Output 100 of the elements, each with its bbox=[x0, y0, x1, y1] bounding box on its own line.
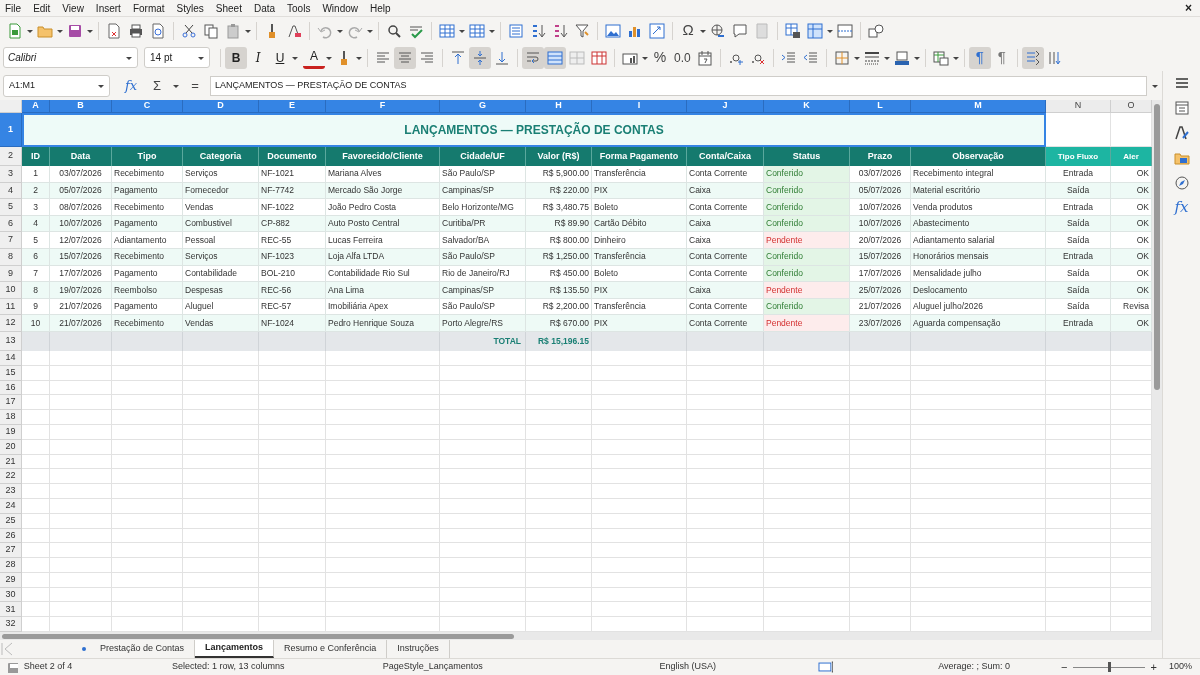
column-header[interactable]: D bbox=[183, 100, 259, 113]
filter-icon[interactable] bbox=[574, 22, 590, 39]
text-direction-button[interactable] bbox=[1021, 46, 1044, 69]
row-header[interactable]: 28 bbox=[0, 558, 22, 573]
menu-item[interactable]: Tools bbox=[284, 0, 314, 16]
font-name-field[interactable]: Calibri bbox=[3, 47, 138, 68]
formula-button[interactable]: = bbox=[184, 74, 206, 97]
column-header[interactable]: C bbox=[112, 100, 183, 113]
print-range-icon[interactable] bbox=[785, 22, 801, 39]
column-header[interactable]: G bbox=[440, 100, 526, 113]
sort-descending-icon[interactable] bbox=[552, 22, 568, 39]
column-header[interactable]: F bbox=[326, 100, 440, 113]
sheet-tab[interactable]: Lançamentos bbox=[195, 640, 275, 658]
conditional-format-icon[interactable] bbox=[932, 49, 949, 66]
function-wizard-button[interactable]: fx bbox=[120, 74, 142, 97]
percent-button[interactable]: % bbox=[649, 46, 671, 69]
align-middle-button[interactable] bbox=[469, 46, 491, 69]
menu-item[interactable]: Window bbox=[319, 0, 361, 16]
vertical-scrollbar[interactable] bbox=[1152, 100, 1162, 632]
functions-button[interactable]: fx bbox=[1174, 200, 1189, 215]
sort-ascending-icon[interactable] bbox=[530, 22, 546, 39]
find-replace-icon[interactable] bbox=[386, 22, 402, 39]
selection-mode-icon[interactable] bbox=[817, 659, 834, 675]
shapes-icon[interactable] bbox=[868, 22, 884, 39]
menu-icon[interactable] bbox=[1173, 75, 1190, 91]
column-header[interactable]: O bbox=[1111, 100, 1152, 113]
row-header[interactable]: 1 bbox=[0, 113, 22, 147]
new-document-icon[interactable] bbox=[7, 22, 23, 39]
unmerge-cells-icon[interactable] bbox=[569, 49, 585, 66]
font-color-button[interactable]: A bbox=[303, 46, 325, 69]
menu-item[interactable]: Sheet bbox=[212, 0, 245, 16]
gallery-icon[interactable] bbox=[1173, 150, 1190, 166]
menu-item[interactable]: Styles bbox=[173, 0, 207, 16]
bold-button[interactable]: B bbox=[225, 46, 247, 69]
row-header[interactable]: 27 bbox=[0, 543, 22, 559]
row-header[interactable]: 12 bbox=[0, 315, 22, 332]
cut-icon[interactable] bbox=[181, 22, 197, 39]
menu-item[interactable]: Help bbox=[367, 0, 394, 16]
zoom-in-button[interactable]: + bbox=[1146, 658, 1161, 675]
hyperlink-icon[interactable] bbox=[710, 22, 726, 39]
horizontal-scrollbar[interactable] bbox=[0, 632, 1162, 640]
merge-cells-button[interactable] bbox=[544, 46, 566, 69]
row-header[interactable]: 22 bbox=[0, 469, 22, 485]
wrap-text-button[interactable] bbox=[522, 46, 544, 69]
number-button[interactable]: 0.0 bbox=[671, 46, 694, 69]
row-header[interactable]: 10 bbox=[0, 282, 22, 299]
row-header[interactable]: 18 bbox=[0, 410, 22, 425]
vertical-text-icon[interactable] bbox=[1046, 49, 1063, 66]
column-header[interactable]: M bbox=[911, 100, 1046, 113]
copy-icon[interactable] bbox=[203, 22, 219, 39]
image-icon[interactable] bbox=[605, 22, 621, 39]
comment-icon[interactable] bbox=[732, 22, 748, 39]
menu-item[interactable]: Format bbox=[129, 0, 168, 16]
row-header[interactable]: 2 bbox=[0, 147, 22, 166]
align-center-button[interactable] bbox=[394, 46, 416, 69]
row-header[interactable]: 32 bbox=[0, 617, 22, 632]
print-icon[interactable] bbox=[128, 22, 144, 39]
font-size-field[interactable]: 14 pt bbox=[144, 47, 210, 68]
row-header[interactable]: 3 bbox=[0, 166, 22, 183]
italic-button[interactable]: I bbox=[247, 46, 269, 69]
zoom-out-button[interactable]: − bbox=[1056, 658, 1072, 675]
properties-icon[interactable] bbox=[1173, 100, 1190, 116]
navigator-icon[interactable] bbox=[1173, 175, 1190, 191]
menu-item[interactable]: File bbox=[2, 0, 25, 16]
row-header[interactable]: 7 bbox=[0, 232, 22, 249]
print-preview-icon[interactable] bbox=[150, 22, 166, 39]
formula-input[interactable]: LANÇAMENTOS — PRESTAÇÃO DE CONTAS bbox=[210, 75, 1147, 96]
column-header[interactable]: E bbox=[259, 100, 326, 113]
column-header[interactable]: N bbox=[1046, 100, 1111, 113]
column-header[interactable]: L bbox=[850, 100, 911, 113]
sheet-tab[interactable]: Resumo e Conferência bbox=[274, 640, 388, 658]
menu-item[interactable]: Data bbox=[250, 0, 279, 16]
calendar-icon[interactable] bbox=[696, 49, 713, 66]
menu-item[interactable]: Insert bbox=[92, 0, 124, 16]
close-button[interactable]: × bbox=[1179, 0, 1198, 17]
clear-formatting-icon[interactable] bbox=[286, 22, 302, 39]
save-icon[interactable] bbox=[67, 22, 83, 39]
column-header[interactable]: J bbox=[687, 100, 764, 113]
right-to-left-button[interactable]: ¶ bbox=[990, 46, 1013, 69]
special-character-button[interactable]: Ω bbox=[677, 19, 699, 42]
zoom-slider-thumb[interactable] bbox=[1107, 662, 1111, 672]
row-header[interactable]: 17 bbox=[0, 395, 22, 411]
sheet-tab[interactable]: Instruções bbox=[387, 640, 450, 658]
menu-item[interactable]: Edit bbox=[30, 0, 54, 16]
border-color-icon[interactable] bbox=[893, 49, 910, 66]
column-header[interactable]: I bbox=[592, 100, 687, 113]
border-style-icon[interactable] bbox=[863, 49, 880, 66]
row-header[interactable]: 23 bbox=[0, 484, 22, 499]
column-header[interactable]: B bbox=[50, 100, 112, 113]
menu-item[interactable]: View bbox=[59, 0, 87, 16]
column-header[interactable]: K bbox=[764, 100, 850, 113]
underline-button[interactable]: U bbox=[269, 46, 291, 69]
column-header[interactable]: H bbox=[526, 100, 592, 113]
table-grid-icon[interactable] bbox=[591, 49, 607, 66]
styles-icon[interactable] bbox=[1173, 125, 1190, 141]
column-header[interactable]: A bbox=[22, 100, 50, 113]
sum-button[interactable]: Σ bbox=[146, 74, 168, 97]
row-header[interactable]: 5 bbox=[0, 199, 22, 216]
row-header[interactable]: 31 bbox=[0, 602, 22, 618]
name-box[interactable]: A1:M1 bbox=[3, 74, 110, 97]
